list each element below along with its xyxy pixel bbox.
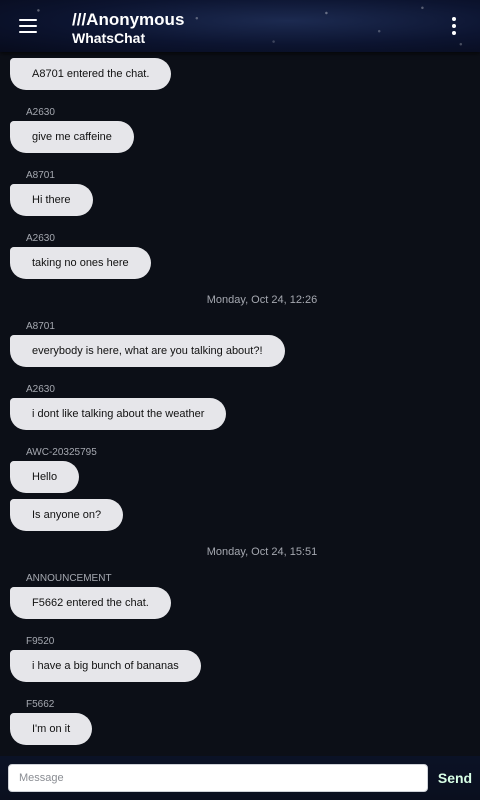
message-list: A8701 entered the chat. A2630 give me caff… <box>0 58 480 756</box>
more-vertical-icon[interactable] <box>442 14 466 38</box>
composer-bar: Send <box>0 756 480 800</box>
app-header: ///Anonymous WhatsChat <box>0 0 480 52</box>
hamburger-menu-icon[interactable] <box>12 12 44 40</box>
app-title: ///Anonymous <box>72 10 185 29</box>
message-bubble[interactable]: give me caffeine <box>10 121 134 153</box>
chat-message: A2630 give me caffeine <box>0 107 480 153</box>
message-bubble[interactable]: i have a big bunch of bananas <box>10 650 201 682</box>
chat-message: Is anyone on? <box>0 499 480 531</box>
message-sender: A2630 <box>26 107 55 118</box>
chat-area[interactable]: A8701 entered the chat. A2630 give me caff… <box>0 52 480 756</box>
header-title-block: ///Anonymous WhatsChat <box>72 11 184 47</box>
chat-message: F5662 I'm on it <box>0 699 480 745</box>
message-bubble[interactable]: taking no ones here <box>10 247 151 279</box>
message-bubble[interactable]: Hi there <box>10 184 93 216</box>
date-separator: Monday, Oct 24, 12:26 <box>206 294 318 306</box>
chat-message: A8701 everybody is here, what are you tal… <box>0 321 480 367</box>
message-sender: A2630 <box>26 384 55 395</box>
app-subtitle: WhatsChat <box>72 30 146 46</box>
message-bubble[interactable]: i dont like talking about the weather <box>10 398 227 430</box>
message-bubble[interactable]: Is anyone on? <box>10 499 124 531</box>
message-sender: F9520 <box>26 636 55 647</box>
message-bubble[interactable]: I'm on it <box>10 713 93 745</box>
send-button[interactable]: Send <box>436 768 474 788</box>
chat-message: A8701 entered the chat. <box>0 58 480 90</box>
message-sender: F5662 <box>26 699 55 710</box>
message-sender: ANNOUNCEMENT <box>26 573 112 584</box>
message-bubble[interactable]: F5662 entered the chat. <box>10 587 171 619</box>
message-sender: A2630 <box>26 233 55 244</box>
message-sender: A8701 <box>26 170 55 181</box>
message-bubble[interactable]: A8701 entered the chat. <box>10 58 172 90</box>
date-separator: Monday, Oct 24, 15:51 <box>206 546 318 558</box>
message-bubble[interactable]: Hello <box>10 461 80 493</box>
chat-message: A2630 i dont like talking about the weath… <box>0 384 480 430</box>
chat-message: ANNOUNCEMENT F5662 entered the chat. <box>0 573 480 619</box>
message-bubble[interactable]: everybody is here, what are you talking … <box>10 335 285 367</box>
message-sender: A8701 <box>26 321 55 332</box>
message-sender: AWC-20325795 <box>26 447 97 458</box>
chat-message: F9520 i have a big bunch of bananas <box>0 636 480 682</box>
chat-message: A2630 taking no ones here <box>0 233 480 279</box>
chat-message: AWC-20325795 Hello <box>0 447 480 493</box>
chat-message: A8701 Hi there <box>0 170 480 216</box>
message-input[interactable] <box>8 764 428 792</box>
